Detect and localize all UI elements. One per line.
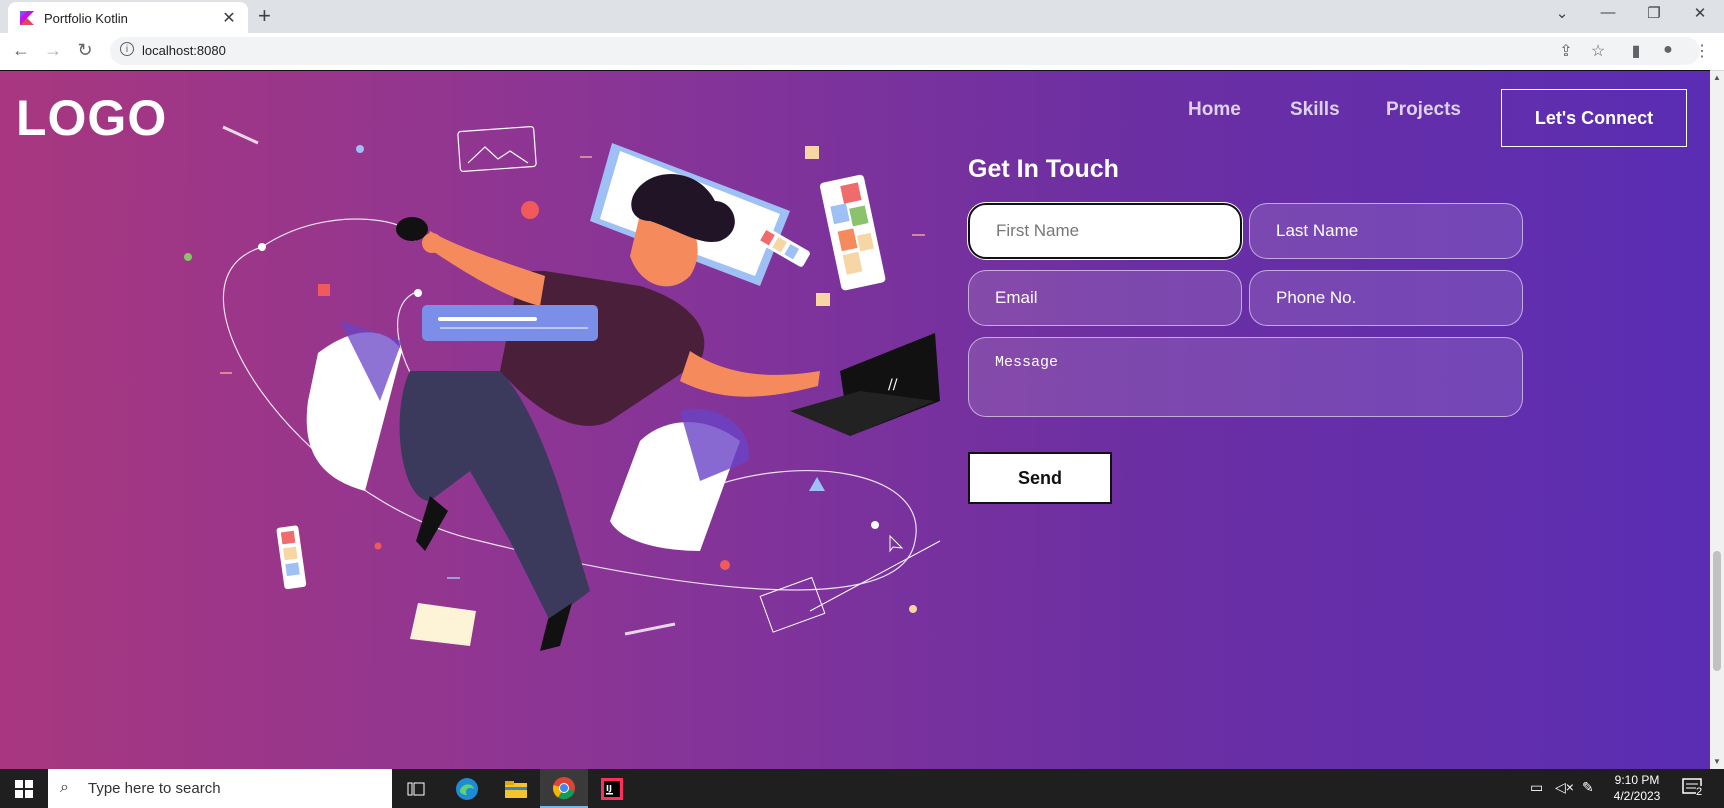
intellij-idea-icon[interactable]: IJ [588, 769, 636, 808]
task-view-icon[interactable] [392, 769, 440, 808]
nav-link-skills[interactable]: Skills [1290, 99, 1340, 121]
last-name-field[interactable]: Last Name [1249, 203, 1523, 259]
send-button[interactable]: Send [968, 452, 1112, 504]
pen-workspace-icon[interactable]: ✎ [1582, 779, 1594, 796]
scroll-up-arrow-icon[interactable]: ▲ [1713, 73, 1721, 82]
taskbar-search-box[interactable]: ⌕ Type here to search [48, 769, 392, 808]
search-icon: ⌕ [60, 779, 69, 796]
forward-arrow-icon[interactable]: → [42, 40, 64, 61]
site-info-icon[interactable]: i [120, 42, 134, 56]
url-text: localhost:8080 [142, 43, 226, 58]
profile-avatar-icon[interactable]: ● [1658, 41, 1678, 59]
phone-field[interactable]: Phone No. [1249, 270, 1523, 326]
taskbar-search-placeholder: Type here to search [88, 780, 221, 797]
site-logo[interactable]: LOGO [16, 89, 167, 147]
page-scrollbar[interactable]: ▲ ▼ [1710, 71, 1724, 769]
email-field[interactable]: Email [968, 270, 1242, 326]
browser-tab-strip: Portfolio Kotlin ✕ + ⌄ — ❐ ✕ [0, 0, 1724, 33]
lets-connect-button[interactable]: Let's Connect [1501, 89, 1687, 147]
svg-text:IJ: IJ [606, 784, 612, 793]
tab-close-icon[interactable]: ✕ [220, 8, 238, 28]
windows-taskbar: ⌕ Type here to search IJ ▭ ◁× ✎ 9:10 PM … [0, 769, 1724, 808]
notification-count: 2 [1696, 786, 1703, 798]
close-window-button[interactable]: ✕ [1680, 4, 1720, 22]
first-name-field[interactable]: First Name [968, 203, 1242, 259]
browser-tab[interactable]: Portfolio Kotlin ✕ [8, 2, 248, 33]
restore-button[interactable]: ❐ [1634, 4, 1674, 22]
side-panel-icon[interactable]: ▮ [1626, 41, 1646, 61]
volume-muted-icon[interactable]: ◁× [1555, 779, 1574, 796]
chrome-taskbar-icon[interactable] [540, 769, 588, 808]
notifications-icon[interactable]: 2 [1682, 777, 1706, 799]
message-textarea[interactable]: Message [968, 337, 1523, 417]
bookmark-star-icon[interactable]: ☆ [1588, 41, 1608, 61]
form-title: Get In Touch [968, 155, 1119, 183]
share-icon[interactable]: ⇪ [1556, 41, 1576, 61]
clock-time: 9:10 PM [1614, 773, 1660, 787]
file-explorer-icon[interactable] [492, 769, 540, 808]
tab-search-icon[interactable]: ⌄ [1542, 4, 1582, 22]
edge-browser-icon[interactable] [443, 769, 491, 808]
tab-title: Portfolio Kotlin [44, 11, 128, 26]
taskbar-clock[interactable]: 9:10 PM 4/2/2023 [1600, 772, 1674, 804]
nav-link-projects[interactable]: Projects [1386, 99, 1461, 121]
hero-illustration: // [184, 125, 941, 651]
scroll-down-arrow-icon[interactable]: ▼ [1713, 757, 1721, 766]
new-tab-button[interactable]: + [258, 3, 271, 29]
back-arrow-icon[interactable]: ← [10, 40, 32, 61]
reload-icon[interactable]: ↻ [74, 40, 96, 61]
nav-link-home[interactable]: Home [1188, 99, 1241, 121]
clock-date: 4/2/2023 [1613, 789, 1661, 803]
kotlin-favicon-icon [20, 11, 34, 25]
network-icon[interactable]: ▭ [1530, 779, 1543, 796]
browser-menu-icon[interactable]: ⋮ [1692, 41, 1712, 61]
page-viewport: // LOGO Home Skills Projects Let's Conne… [0, 71, 1710, 769]
browser-toolbar: ← → ↻ i localhost:8080 ⇪ ☆ ▮ ● ⋮ [0, 33, 1724, 71]
scrollbar-thumb[interactable] [1713, 551, 1721, 671]
address-bar[interactable]: i localhost:8080 [110, 37, 1700, 65]
svg-text://: // [888, 377, 898, 393]
minimize-button[interactable]: — [1588, 4, 1628, 21]
windows-start-icon[interactable] [0, 769, 48, 808]
